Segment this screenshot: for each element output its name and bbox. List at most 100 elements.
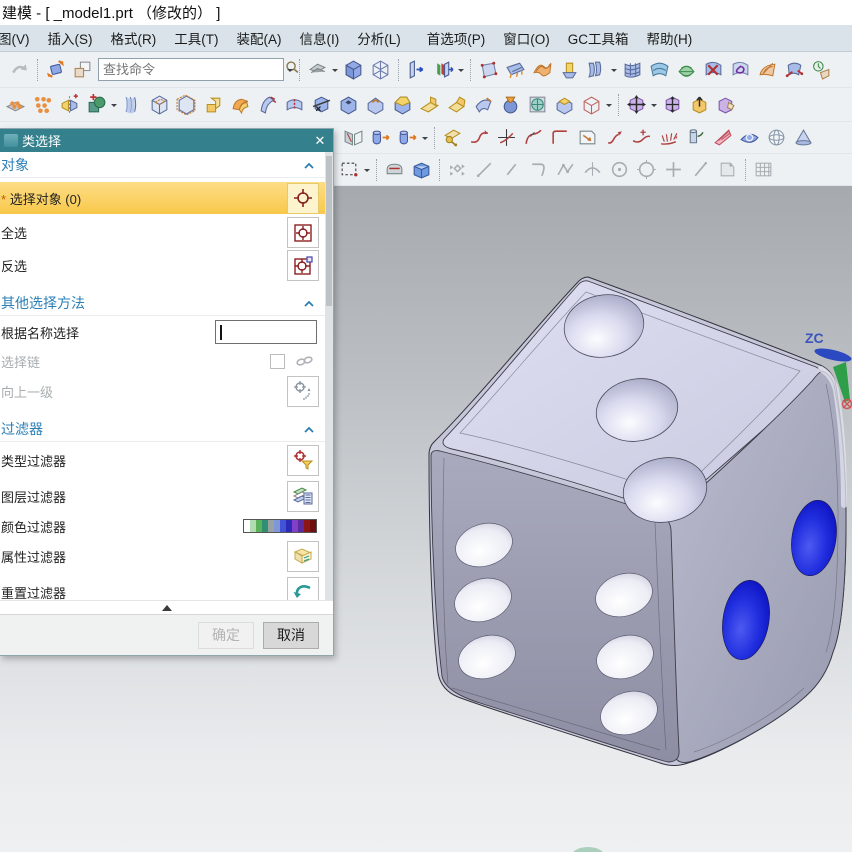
dialog-collapse-strip[interactable] (0, 600, 333, 614)
grid-icon[interactable] (750, 157, 777, 183)
name-filter-input[interactable] (215, 320, 317, 344)
open-box-icon[interactable] (408, 157, 435, 183)
pad-icon[interactable] (200, 92, 227, 118)
diagonal-line-icon[interactable] (687, 157, 714, 183)
sheet-direction-icon[interactable] (574, 125, 601, 151)
marquee-select-icon[interactable] (336, 157, 363, 183)
stamp-icon[interactable] (551, 92, 578, 118)
isocline-curve-icon[interactable] (655, 125, 682, 151)
find-command-box[interactable] (98, 58, 284, 81)
swept-blade-icon[interactable] (254, 92, 281, 118)
extrude-sheet-icon[interactable] (403, 57, 430, 83)
sphere-wireframe-icon[interactable] (763, 125, 790, 151)
unbend-icon[interactable] (416, 92, 443, 118)
mirror-feature-icon[interactable] (56, 92, 83, 118)
surface-analysis-icon[interactable] (808, 57, 835, 83)
circle-point-icon[interactable] (606, 157, 633, 183)
law-extension-icon[interactable] (754, 57, 781, 83)
emboss-icon[interactable] (362, 92, 389, 118)
fold-icon[interactable] (443, 92, 470, 118)
invert-selection-button[interactable] (287, 250, 319, 281)
layer-filter-button[interactable] (287, 481, 319, 512)
trim-body-icon[interactable] (308, 92, 335, 118)
pull-face-icon[interactable] (659, 92, 686, 118)
polyline-icon[interactable] (552, 157, 579, 183)
select-chain-checkbox[interactable] (270, 354, 285, 369)
i-form-icon[interactable] (727, 57, 754, 83)
rotate-face-icon[interactable] (736, 125, 763, 151)
move-face-caret[interactable] (650, 95, 659, 115)
extension-surface-icon[interactable] (781, 57, 808, 83)
menu-gc-toolbox[interactable]: GC工具箱 (559, 25, 638, 51)
ok-button[interactable]: 确定 (198, 622, 254, 649)
menu-view[interactable]: 图(V) (0, 25, 39, 51)
spline-icon[interactable] (525, 157, 552, 183)
section-other-methods-header[interactable]: 其他选择方法 (0, 290, 325, 316)
attribute-filter-button[interactable] (287, 541, 319, 572)
offset-surface-icon[interactable] (430, 57, 457, 83)
join-curve-icon[interactable] (601, 125, 628, 151)
tube-icon[interactable] (381, 157, 408, 183)
close-icon[interactable]: ✕ (309, 131, 331, 150)
project-curve-icon[interactable] (628, 125, 655, 151)
sphere-funnel-icon[interactable] (497, 92, 524, 118)
cavity-icon[interactable] (335, 92, 362, 118)
select-object-row[interactable]: * 选择对象 (0) (0, 182, 325, 214)
circle-icon[interactable] (633, 157, 660, 183)
menu-assemblies[interactable]: 装配(A) (228, 25, 291, 51)
four-point-surface-icon[interactable] (475, 57, 502, 83)
revolve-icon[interactable] (367, 125, 394, 151)
surface-group-caret[interactable] (457, 60, 466, 80)
section-view-icon[interactable] (304, 57, 331, 83)
line-alt-icon[interactable] (498, 157, 525, 183)
extruded-surface-icon[interactable] (556, 57, 583, 83)
menu-tools[interactable]: 工具(T) (165, 25, 227, 51)
select-all-button[interactable] (287, 217, 319, 248)
extract-curve-icon[interactable] (682, 125, 709, 151)
plus-icon[interactable] (660, 157, 687, 183)
through-curves-caret[interactable] (610, 60, 619, 80)
flange-icon[interactable] (227, 92, 254, 118)
n-sided-surface-icon[interactable] (673, 57, 700, 83)
divide-face-icon[interactable] (524, 92, 551, 118)
section-objects-header[interactable]: 对象 (0, 152, 325, 178)
offset-region-icon[interactable] (686, 92, 713, 118)
dialog-scrollbar[interactable] (325, 152, 333, 600)
line-icon[interactable] (471, 157, 498, 183)
mirror-display-icon[interactable] (340, 125, 367, 151)
corner-curve-icon[interactable] (547, 125, 574, 151)
search-dropdown-caret[interactable] (286, 60, 295, 80)
up-one-level-button[interactable] (287, 376, 319, 407)
shell-caret[interactable] (605, 95, 614, 115)
sheet-corner-icon[interactable] (714, 157, 741, 183)
studio-surface-icon[interactable] (646, 57, 673, 83)
cone-icon[interactable] (790, 125, 817, 151)
redo-icon[interactable] (6, 57, 33, 83)
bounding-box-icon[interactable] (146, 92, 173, 118)
x-form-icon[interactable] (700, 57, 727, 83)
pattern-geometry-icon[interactable] (29, 92, 56, 118)
sketch-caret[interactable] (110, 95, 119, 115)
type-filter-button[interactable] (287, 445, 319, 476)
revolve-alt-icon[interactable] (394, 125, 421, 151)
fan-surface-icon[interactable] (709, 125, 736, 151)
revolve-caret[interactable] (421, 128, 430, 148)
through-curves-icon[interactable] (583, 57, 610, 83)
view-style-caret[interactable] (331, 60, 340, 80)
bridge-curve-icon[interactable] (466, 125, 493, 151)
find-command-input[interactable] (99, 62, 283, 77)
marquee-caret[interactable] (363, 160, 372, 180)
section-filters-header[interactable]: 过滤器 (0, 416, 325, 442)
cancel-button[interactable]: 取消 (263, 622, 319, 649)
datum-key-icon[interactable] (439, 125, 466, 151)
swept-surface-icon[interactable] (529, 57, 556, 83)
orbit-rotate-icon[interactable] (42, 57, 69, 83)
reset-filter-button[interactable] (287, 577, 319, 601)
bend-surface-icon[interactable] (470, 92, 497, 118)
through-curve-mesh-icon[interactable] (119, 92, 146, 118)
intersection-point-icon[interactable] (493, 125, 520, 151)
dialog-title-bar[interactable]: 类选择 ✕ (0, 129, 333, 152)
arc-icon[interactable] (579, 157, 606, 183)
shaded-view-icon[interactable] (340, 57, 367, 83)
menu-preferences[interactable]: 首选项(P) (418, 25, 495, 51)
